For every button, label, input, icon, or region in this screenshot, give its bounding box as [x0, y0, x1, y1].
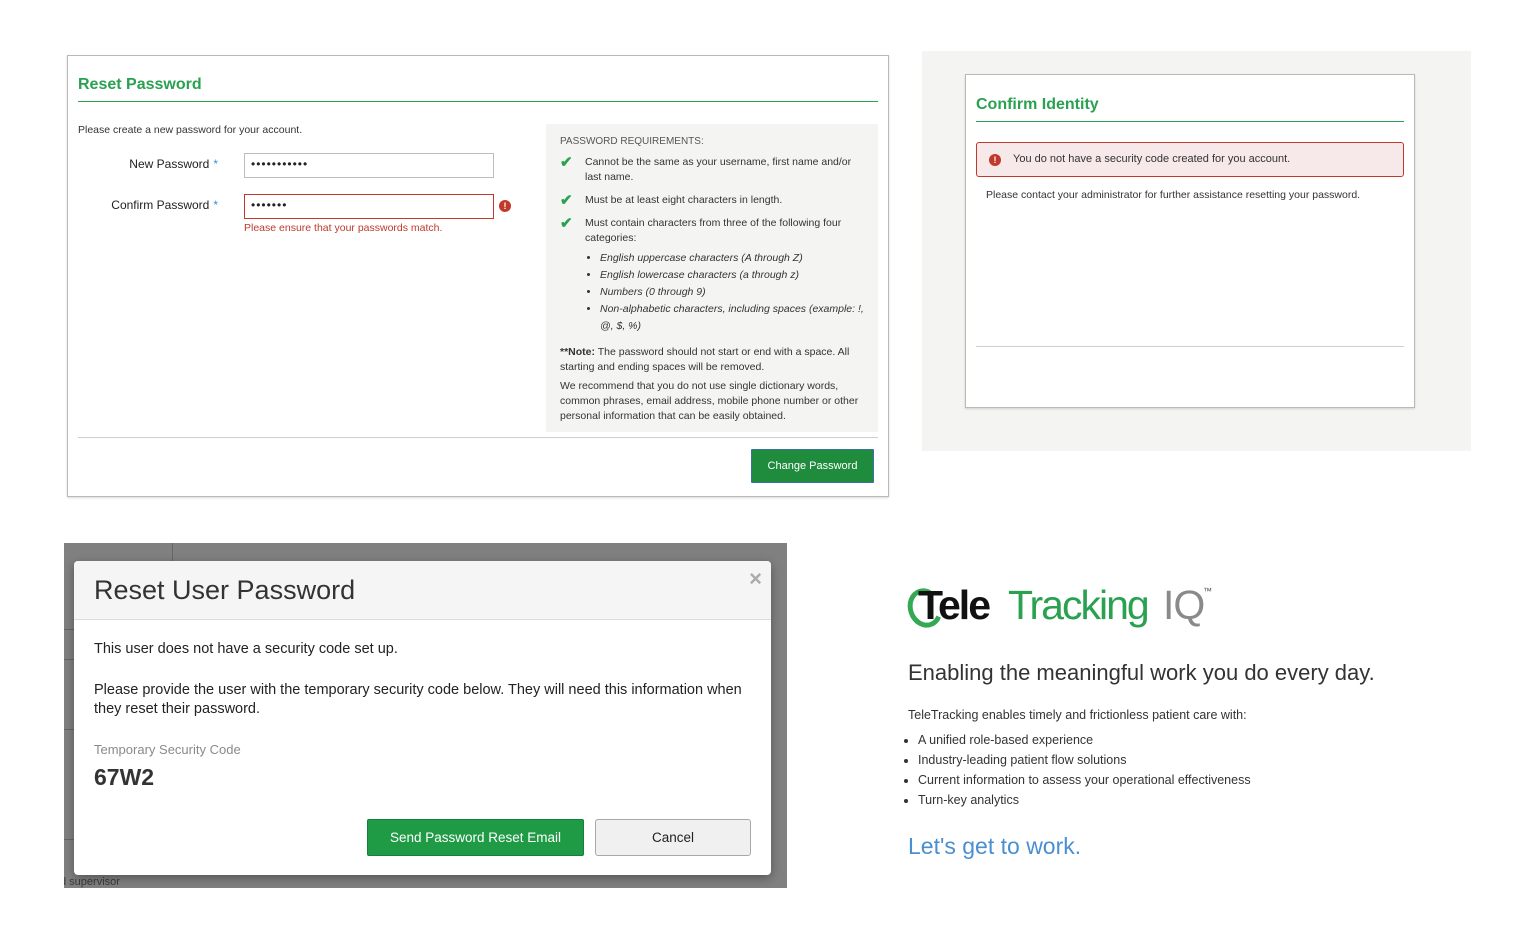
- category-item: English uppercase characters (A through …: [600, 250, 864, 267]
- new-password-label-text: New Password: [129, 157, 210, 171]
- tagline: Enabling the meaningful work you do ever…: [908, 660, 1375, 685]
- cta-link[interactable]: Let's get to work.: [908, 833, 1081, 860]
- confirm-password-label-text: Confirm Password: [111, 198, 210, 212]
- panel-title: Confirm Identity: [976, 96, 1099, 113]
- check-icon: ✔: [560, 215, 573, 232]
- note-label: **Note:: [560, 346, 596, 358]
- logo-trademark: ™: [1203, 586, 1212, 596]
- title-divider: [976, 121, 1404, 122]
- feature-item: Current information to assess your opera…: [918, 770, 1251, 790]
- category-item: Non-alphabetic characters, including spa…: [600, 301, 864, 335]
- error-alert: ! You do not have a security code create…: [976, 142, 1404, 177]
- background-grid-line: [64, 839, 74, 840]
- requirement-text: Must be at least eight characters in len…: [585, 194, 783, 206]
- check-icon: ✔: [560, 192, 573, 209]
- cancel-button[interactable]: Cancel: [595, 819, 751, 856]
- error-icon: !: [499, 200, 511, 212]
- modal-header: Reset User Password ×: [74, 561, 771, 620]
- note-body: The password should not start or end wit…: [560, 346, 850, 373]
- background-grid-line: [64, 629, 74, 630]
- intro-text: Please create a new password for your ac…: [78, 124, 303, 136]
- feature-item: Turn-key analytics: [918, 790, 1251, 810]
- reset-user-password-modal: Reset User Password × This user does not…: [74, 561, 771, 875]
- send-reset-email-button[interactable]: Send Password Reset Email: [367, 819, 584, 856]
- logo-tracking: Tracking: [1008, 582, 1150, 628]
- confirm-identity-panel: Confirm Identity ! You do not have a sec…: [965, 74, 1415, 408]
- change-password-button[interactable]: Change Password: [751, 449, 874, 483]
- feature-item: A unified role-based experience: [918, 730, 1251, 750]
- feature-list: A unified role-based experience Industry…: [918, 730, 1251, 810]
- no-code-text: This user does not have a security code …: [94, 641, 398, 657]
- modal-title: Reset User Password: [94, 575, 356, 605]
- title-divider: [78, 101, 878, 102]
- new-password-label: New Password *: [78, 157, 218, 171]
- teletracking-marketing: Tele Tracking IQ ™ Enabling the meaningf…: [902, 580, 1468, 880]
- requirements-heading: PASSWORD REQUIREMENTS:: [560, 136, 704, 147]
- logo-tele: Tele: [918, 582, 991, 628]
- new-password-field[interactable]: •••••••••••: [244, 153, 494, 178]
- password-requirements: PASSWORD REQUIREMENTS: ✔ Cannot be the s…: [546, 124, 878, 432]
- alert-text: You do not have a security code created …: [1013, 153, 1291, 165]
- logo-iq: IQ: [1163, 582, 1205, 628]
- requirement-text: Must contain characters from three of th…: [585, 217, 842, 244]
- intro-text: TeleTracking enables timely and friction…: [908, 708, 1247, 722]
- category-item: Numbers (0 through 9): [600, 284, 864, 301]
- check-icon: ✔: [560, 154, 573, 171]
- note-text: **Note: The password should not start or…: [560, 345, 864, 375]
- help-message: Please contact your administrator for fu…: [986, 189, 1361, 201]
- requirement-item: ✔ Cannot be the same as your username, f…: [560, 155, 864, 185]
- confirm-password-field[interactable]: •••••••: [244, 194, 494, 219]
- close-icon[interactable]: ×: [749, 566, 762, 592]
- recommendation-text: We recommend that you do not use single …: [560, 380, 859, 422]
- instructions-text: Please provide the user with the tempora…: [94, 682, 742, 717]
- requirement-item: ✔ Must be at least eight characters in l…: [560, 193, 864, 208]
- required-marker: *: [213, 198, 218, 212]
- code-label: Temporary Security Code: [94, 742, 241, 757]
- security-code: 67W2: [94, 764, 155, 790]
- required-marker: *: [213, 157, 218, 171]
- background-grid-line: [64, 659, 74, 660]
- character-categories: English uppercase characters (A through …: [600, 250, 864, 335]
- exclamation-circle-icon: !: [989, 154, 1001, 166]
- category-item: English lowercase characters (a through …: [600, 267, 864, 284]
- requirement-item: ✔ Must contain characters from three of …: [560, 216, 864, 246]
- background-grid-line: [172, 543, 173, 561]
- panel-title: Reset Password: [78, 76, 202, 93]
- footer-divider: [976, 346, 1404, 347]
- reset-password-panel: Reset Password Please create a new passw…: [67, 55, 889, 497]
- error-message: Please ensure that your passwords match.: [244, 222, 443, 234]
- requirement-text: Cannot be the same as your username, fir…: [585, 156, 852, 183]
- background-text: d supervisor: [64, 876, 120, 888]
- footer-divider: [78, 437, 878, 438]
- feature-item: Industry-leading patient flow solutions: [918, 750, 1251, 770]
- confirm-password-label: Confirm Password *: [78, 198, 218, 212]
- background-grid-line: [64, 729, 74, 730]
